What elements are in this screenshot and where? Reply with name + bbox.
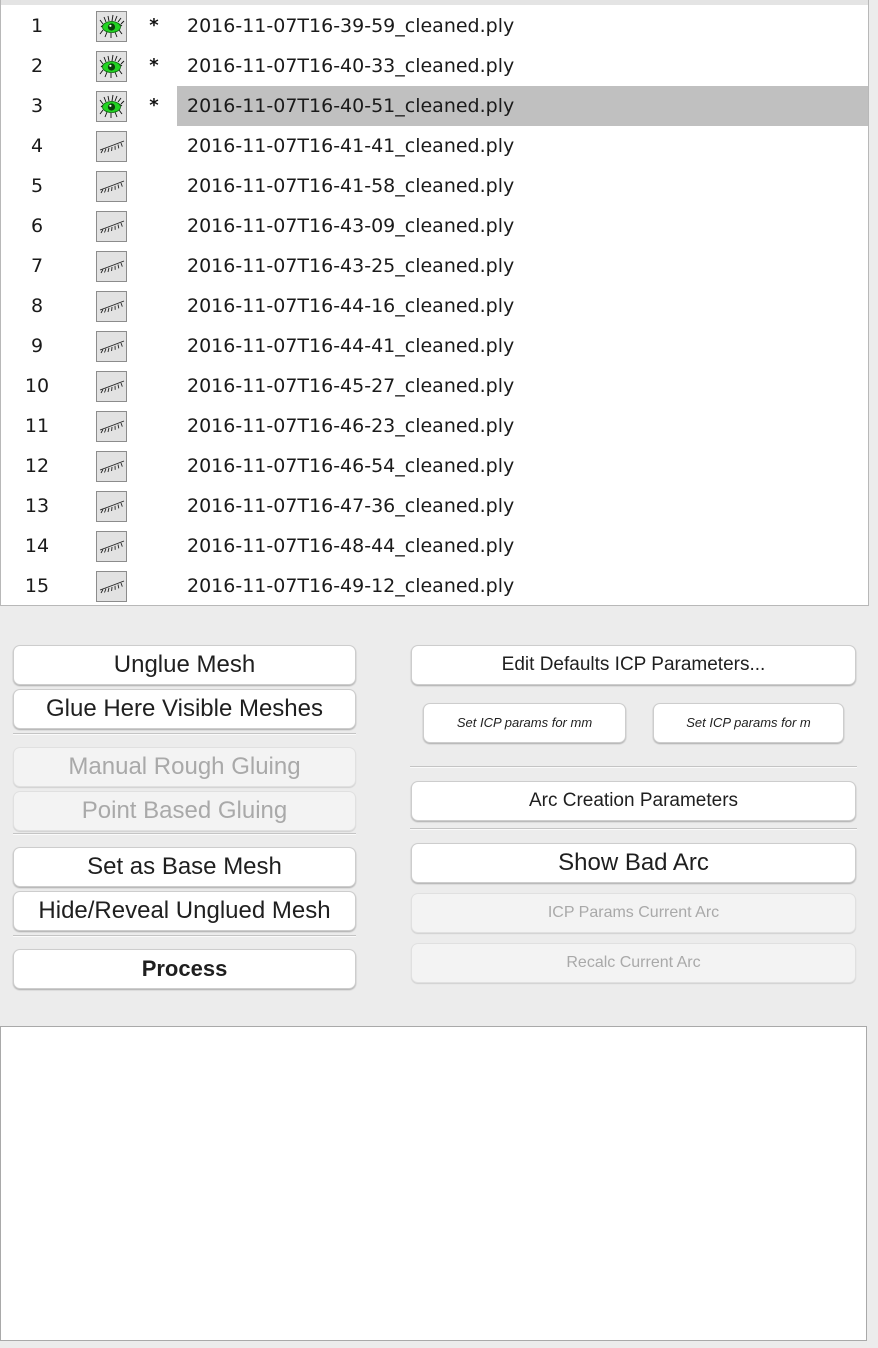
glued-marker <box>147 486 161 526</box>
glued-marker <box>147 326 161 366</box>
eye-closed-icon[interactable] <box>96 171 127 202</box>
show-bad-arc-button[interactable]: Show Bad Arc <box>411 843 856 883</box>
edit-defaults-icp-parameters-button[interactable]: Edit Defaults ICP Parameters... <box>411 645 856 685</box>
eye-closed-icon[interactable] <box>96 251 127 282</box>
mesh-row[interactable]: 12 2016-11-07T16-46-54_cleaned.ply <box>1 446 868 486</box>
mesh-row[interactable]: 9 2016-11-07T16-44-41_cleaned.ply <box>1 326 868 366</box>
mesh-filename[interactable]: 2016-11-07T16-44-41_cleaned.ply <box>177 326 868 366</box>
mesh-filename[interactable]: 2016-11-07T16-40-51_cleaned.ply <box>177 86 868 126</box>
glued-marker <box>147 526 161 566</box>
separator <box>410 828 857 830</box>
glued-marker: * <box>149 95 159 116</box>
row-number: 6 <box>30 215 44 237</box>
unglue-mesh-button[interactable]: Unglue Mesh <box>13 645 356 685</box>
mesh-filename[interactable]: 2016-11-07T16-46-23_cleaned.ply <box>177 406 868 446</box>
mesh-filename[interactable]: 2016-11-07T16-46-54_cleaned.ply <box>177 446 868 486</box>
row-number: 10 <box>24 375 50 397</box>
row-number: 8 <box>30 295 44 317</box>
mesh-row[interactable]: 1 * 2016-11-07T16-39-59_cleaned.ply <box>1 6 868 46</box>
mesh-row[interactable]: 5 2016-11-07T16-41-58_cleaned.ply <box>1 166 868 206</box>
mesh-filename[interactable]: 2016-11-07T16-43-25_cleaned.ply <box>177 246 868 286</box>
glued-marker <box>147 126 161 166</box>
mesh-filename[interactable]: 2016-11-07T16-47-36_cleaned.ply <box>177 486 868 526</box>
row-number: 1 <box>30 15 44 37</box>
mesh-filename[interactable]: 2016-11-07T16-43-09_cleaned.ply <box>177 206 868 246</box>
mesh-row[interactable]: 6 2016-11-07T16-43-09_cleaned.ply <box>1 206 868 246</box>
row-number: 7 <box>30 255 44 277</box>
row-number: 5 <box>30 175 44 197</box>
icp-params-current-arc-button[interactable]: ICP Params Current Arc <box>411 893 856 933</box>
separator <box>13 833 356 835</box>
mesh-filename[interactable]: 2016-11-07T16-41-58_cleaned.ply <box>177 166 868 206</box>
eye-closed-icon[interactable] <box>96 411 127 442</box>
glued-marker: * <box>149 15 159 36</box>
eye-closed-icon[interactable] <box>96 491 127 522</box>
row-number: 4 <box>30 135 44 157</box>
eye-closed-icon[interactable] <box>96 531 127 562</box>
mesh-row[interactable]: 13 2016-11-07T16-47-36_cleaned.ply <box>1 486 868 526</box>
eye-open-icon[interactable] <box>96 91 127 122</box>
glued-marker: * <box>149 55 159 76</box>
glued-marker <box>147 366 161 406</box>
mesh-filename[interactable]: 2016-11-07T16-41-41_cleaned.ply <box>177 126 868 166</box>
mesh-row[interactable]: 4 2016-11-07T16-41-41_cleaned.ply <box>1 126 868 166</box>
row-number: 12 <box>24 455 50 477</box>
eye-closed-icon[interactable] <box>96 571 127 602</box>
eye-closed-icon[interactable] <box>96 451 127 482</box>
eye-open-icon[interactable] <box>96 11 127 42</box>
separator <box>13 935 356 937</box>
eye-closed-icon[interactable] <box>96 331 127 362</box>
row-number: 3 <box>30 95 44 117</box>
log-output-area[interactable] <box>0 1026 867 1341</box>
mesh-row[interactable]: 8 2016-11-07T16-44-16_cleaned.ply <box>1 286 868 326</box>
arc-creation-parameters-button[interactable]: Arc Creation Parameters <box>411 781 856 821</box>
glued-marker <box>147 446 161 486</box>
mesh-row[interactable]: 3 * 2016-11-07T16-40-51_cleaned.ply <box>1 86 868 126</box>
mesh-filename[interactable]: 2016-11-07T16-40-33_cleaned.ply <box>177 46 868 86</box>
row-number: 11 <box>24 415 50 437</box>
mesh-row[interactable]: 15 2016-11-07T16-49-12_cleaned.ply <box>1 566 868 605</box>
mesh-filename[interactable]: 2016-11-07T16-44-16_cleaned.ply <box>177 286 868 326</box>
mesh-row[interactable]: 11 2016-11-07T16-46-23_cleaned.ply <box>1 406 868 446</box>
separator <box>410 766 857 768</box>
eye-closed-icon[interactable] <box>96 211 127 242</box>
row-number: 15 <box>24 575 50 597</box>
glued-marker <box>147 246 161 286</box>
manual-rough-gluing-button[interactable]: Manual Rough Gluing <box>13 747 356 787</box>
eye-closed-icon[interactable] <box>96 291 127 322</box>
glued-marker <box>147 286 161 326</box>
process-button[interactable]: Process <box>13 949 356 989</box>
separator <box>13 733 356 735</box>
row-number: 14 <box>24 535 50 557</box>
mesh-row[interactable]: 2 * 2016-11-07T16-40-33_cleaned.ply <box>1 46 868 86</box>
row-number: 9 <box>30 335 44 357</box>
set-icp-params-mm-button[interactable]: Set ICP params for mm <box>423 703 626 743</box>
set-icp-params-m-button[interactable]: Set ICP params for m <box>653 703 844 743</box>
recalc-current-arc-button[interactable]: Recalc Current Arc <box>411 943 856 983</box>
glued-marker <box>147 166 161 206</box>
row-number: 13 <box>24 495 50 517</box>
mesh-filename[interactable]: 2016-11-07T16-45-27_cleaned.ply <box>177 366 868 406</box>
glued-marker <box>147 566 161 605</box>
mesh-row[interactable]: 10 2016-11-07T16-45-27_cleaned.ply <box>1 366 868 406</box>
mesh-row[interactable]: 14 2016-11-07T16-48-44_cleaned.ply <box>1 526 868 566</box>
set-as-base-mesh-button[interactable]: Set as Base Mesh <box>13 847 356 887</box>
hide-reveal-unglued-mesh-button[interactable]: Hide/Reveal Unglued Mesh <box>13 891 356 931</box>
mesh-filename[interactable]: 2016-11-07T16-39-59_cleaned.ply <box>177 6 868 46</box>
eye-closed-icon[interactable] <box>96 131 127 162</box>
glue-visible-meshes-button[interactable]: Glue Here Visible Meshes <box>13 689 356 729</box>
mesh-list[interactable]: 1 * 2016-11-07T16-39-59_cleaned.ply 2 * 2016-… <box>0 0 869 606</box>
row-number: 2 <box>30 55 44 77</box>
mesh-filename[interactable]: 2016-11-07T16-48-44_cleaned.ply <box>177 526 868 566</box>
mesh-filename[interactable]: 2016-11-07T16-49-12_cleaned.ply <box>177 566 868 605</box>
glued-marker <box>147 206 161 246</box>
list-header-sliver <box>1 0 868 5</box>
glued-marker <box>147 406 161 446</box>
mesh-row[interactable]: 7 2016-11-07T16-43-25_cleaned.ply <box>1 246 868 286</box>
eye-open-icon[interactable] <box>96 51 127 82</box>
eye-closed-icon[interactable] <box>96 371 127 402</box>
point-based-gluing-button[interactable]: Point Based Gluing <box>13 791 356 831</box>
